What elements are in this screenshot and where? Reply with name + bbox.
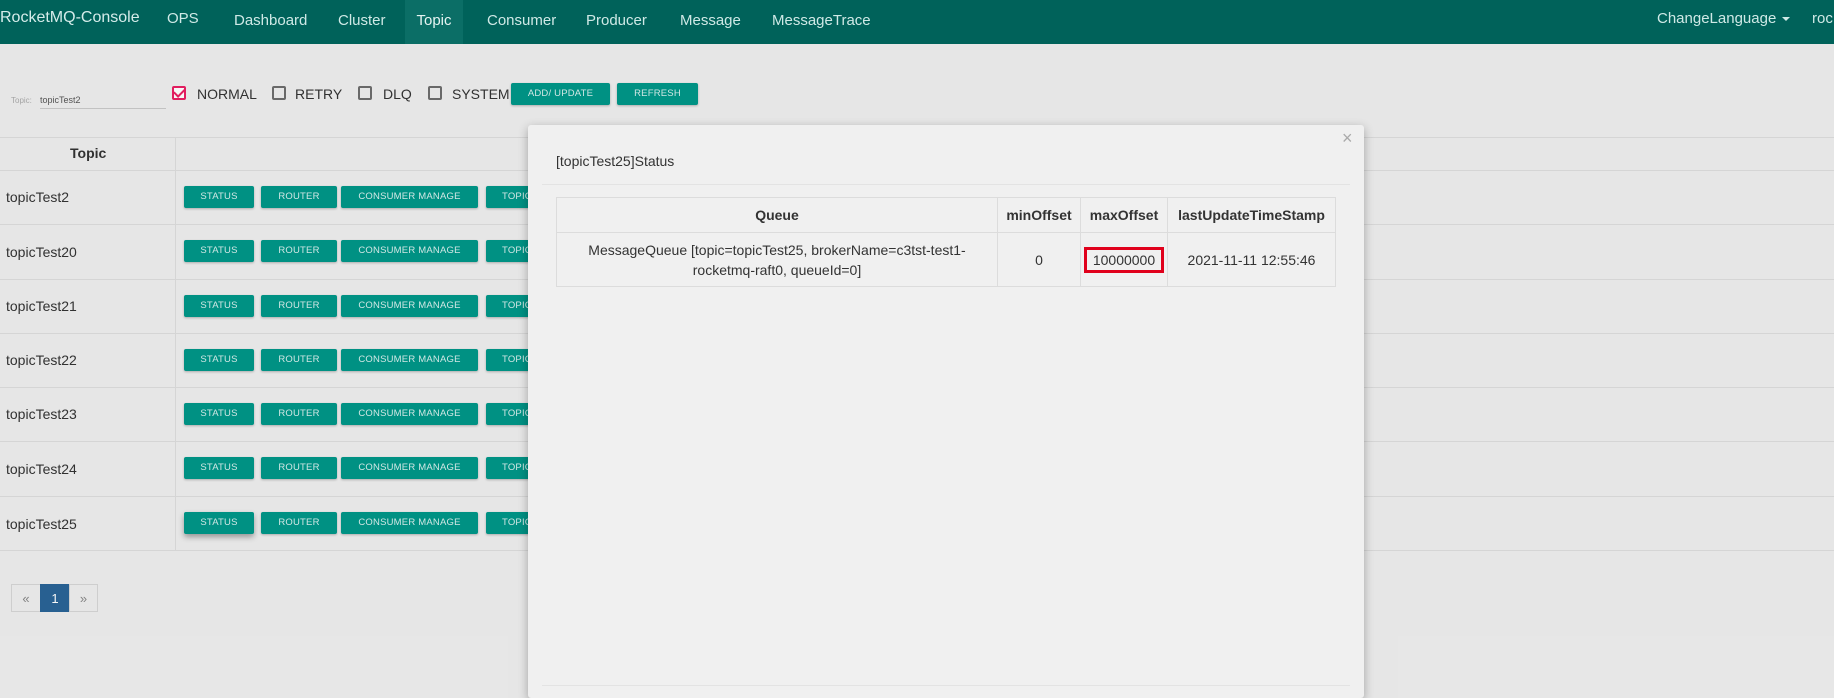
maxoffset-cell: 10000000 [1080, 232, 1168, 287]
status-table: Queue minOffset maxOffset lastUpdateTime… [556, 197, 1336, 287]
topic-status-modal: × [topicTest25]Status Queue minOffset ma… [528, 125, 1364, 698]
nav-topic[interactable]: Topic [405, 0, 463, 44]
nav-messagetrace[interactable]: MessageTrace [772, 0, 871, 46]
column-header-minoffset: minOffset [997, 197, 1081, 233]
close-icon[interactable]: × [1342, 129, 1353, 147]
maxoffset-highlight: 10000000 [1084, 246, 1164, 273]
queue-text-line1: MessageQueue [topic=topicTest25, brokerN… [588, 241, 966, 258]
table-row: MessageQueue [topic=topicTest25, brokerN… [556, 232, 1336, 287]
nav-ops[interactable]: OPS [167, 0, 199, 44]
nav-producer[interactable]: Producer [586, 0, 647, 46]
nav-cluster[interactable]: Cluster [338, 0, 386, 46]
modal-footer-divider [542, 685, 1350, 686]
user-menu[interactable]: roc [1812, 0, 1833, 44]
queue-text-line2: rocketmq-raft0, queueId=0] [692, 261, 862, 278]
modal-header-divider [542, 184, 1350, 185]
column-header-lastupdatetimestamp: lastUpdateTimeStamp [1167, 197, 1336, 233]
change-language-dropdown[interactable]: ChangeLanguage [1657, 0, 1791, 44]
nav-dashboard[interactable]: Dashboard [234, 0, 307, 46]
nav-message[interactable]: Message [680, 0, 741, 46]
top-navbar: RocketMQ-Console OPS Dashboard Cluster T… [0, 0, 1834, 44]
chevron-down-icon [1782, 17, 1791, 22]
column-header-maxoffset: maxOffset [1080, 197, 1168, 233]
brand-logo[interactable]: RocketMQ-Console [0, 0, 140, 43]
change-language-label: ChangeLanguage [1657, 10, 1777, 27]
timestamp-cell: 2021-11-11 12:55:46 [1167, 232, 1336, 287]
queue-cell: MessageQueue [topic=topicTest25, brokerN… [556, 232, 998, 287]
minoffset-cell: 0 [997, 232, 1081, 287]
modal-title: [topicTest25]Status [556, 153, 675, 169]
nav-consumer[interactable]: Consumer [487, 0, 556, 46]
column-header-queue: Queue [556, 197, 998, 233]
